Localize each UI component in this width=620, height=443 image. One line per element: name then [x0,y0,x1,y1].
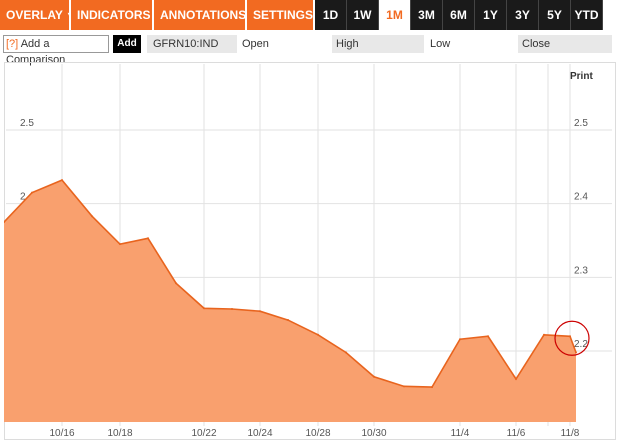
range-button-ytd[interactable]: YTD [571,0,603,30]
low-label: Low [430,38,451,50]
data-point [431,386,433,389]
area-fill [4,180,576,422]
ticker-label: GFRN10:IND [147,35,237,53]
range-button-6m[interactable]: 6M [443,0,475,30]
x-tick-label: 11/8 [561,428,580,439]
comparison-bar: [?] Add a Comparison Add GFRN10:IND Open… [0,33,620,66]
overlay-menu[interactable]: OVERLAY▼ [0,0,75,30]
data-point [31,191,33,194]
data-point [345,351,347,354]
data-point [175,282,177,285]
y-tick-label-right: 2.4 [574,192,588,203]
settings-menu[interactable]: SETTINGS▼ [247,0,325,30]
open-label: Open [242,38,269,50]
indicators-label: INDICATORS [77,8,151,22]
range-button-1m[interactable]: 1M [379,0,411,30]
y-tick-label-right: 2.5 [574,118,588,129]
data-point [459,338,461,341]
data-point [317,333,319,336]
y-tick-label-left: 2.5 [20,118,34,129]
data-point [147,237,149,240]
data-point [287,319,289,322]
comparison-input[interactable]: [?] Add a Comparison [3,35,109,66]
x-tick-label: 10/22 [191,428,216,439]
overlay-label: OVERLAY [6,8,63,22]
annotations-menu[interactable]: ANNOTATIONS▼ [154,0,258,30]
data-point [575,351,577,354]
x-tick-label: 10/18 [107,428,132,439]
settings-label: SETTINGS [253,8,314,22]
add-comparison-button[interactable]: Add [113,35,141,53]
data-point [259,310,261,313]
data-point [569,335,571,338]
data-point [403,385,405,388]
range-button-5y[interactable]: 5Y [539,0,571,30]
range-button-1y[interactable]: 1Y [475,0,507,30]
x-tick-label: 11/4 [451,428,470,439]
price-chart: 2.22.22.32.32.42.42.52.510/1610/1810/221… [4,62,616,440]
range-button-3m[interactable]: 3M [411,0,443,30]
x-tick-label: 10/30 [361,428,386,439]
range-button-3y[interactable]: 3Y [507,0,539,30]
data-point [543,333,545,336]
indicators-menu[interactable]: INDICATORS▼ [71,0,162,30]
data-point [373,375,375,378]
range-buttons: 1D 1W 1M 3M 6M 1Y 3Y 5Y YTD [315,0,603,30]
chart-toolbar: OVERLAY▼ INDICATORS▼ ANNOTATIONS▼ SETTIN… [0,0,620,30]
data-point [203,307,205,310]
range-button-1d[interactable]: 1D [315,0,347,30]
x-tick-label: 10/28 [305,428,330,439]
close-label: Close [518,35,612,53]
data-point [515,377,517,380]
high-label: High [332,35,424,53]
data-point [61,179,63,182]
x-tick-label: 10/24 [247,428,272,439]
data-point [119,243,121,246]
x-tick-label: 11/6 [507,428,526,439]
x-tick-label: 10/16 [49,428,74,439]
data-point [231,308,233,311]
data-point [91,215,93,218]
help-icon[interactable]: [?] [6,38,18,50]
data-point [487,335,489,338]
range-button-1w[interactable]: 1W [347,0,379,30]
y-tick-label-right: 2.3 [574,265,588,276]
annotations-label: ANNOTATIONS [160,8,247,22]
